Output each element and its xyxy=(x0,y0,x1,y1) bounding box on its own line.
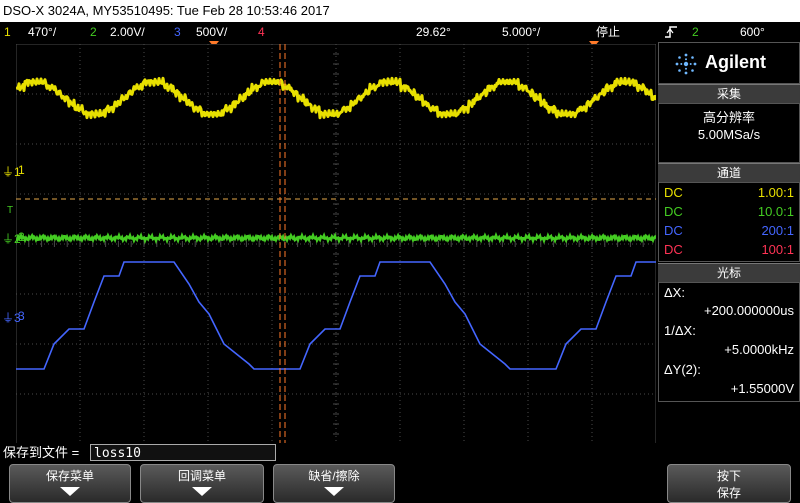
title-bar: DSO-X 3024A, MY53510495: Tue Feb 28 10:5… xyxy=(0,0,800,22)
inverse-delta-x-value: +5.0000kHz xyxy=(724,342,794,357)
waveform-svg[interactable] xyxy=(0,43,658,445)
delta-x-value: +200.000000us xyxy=(703,303,794,318)
cursors-header: 光标 xyxy=(658,263,800,282)
ch3-scale[interactable]: 500V/ xyxy=(196,22,227,42)
ch2-number[interactable]: 2 xyxy=(90,22,97,42)
status-bar: 1 470°/ 2 2.00V/ 3 500V/ 4 29.62° 5.000°… xyxy=(0,22,800,42)
filename-field[interactable]: loss10 xyxy=(90,444,276,461)
arrow-down-icon xyxy=(324,487,344,496)
save-menu-softkey[interactable]: 保存菜单 xyxy=(9,464,131,503)
acquire-header: 采集 xyxy=(658,84,800,103)
ch2-waveform xyxy=(15,231,658,245)
acquire-box: 高分辨率 5.00MSa/s xyxy=(658,103,800,163)
delta-y-value: +1.55000V xyxy=(730,381,794,396)
inverse-delta-x-label: 1/ΔX: xyxy=(664,323,696,338)
channels-header: 通道 xyxy=(658,163,800,182)
title-text: DSO-X 3024A, MY53510495: Tue Feb 28 10:5… xyxy=(3,3,330,18)
ch1-label: 1 xyxy=(18,163,25,177)
time-delay[interactable]: 29.62° xyxy=(416,22,451,42)
save-menu-label: 保存菜单 xyxy=(45,469,94,483)
trigger-source[interactable]: 2 xyxy=(692,22,699,42)
ch4-coupling: DC xyxy=(664,242,683,257)
agilent-spark-icon xyxy=(675,53,697,75)
arrow-down-icon xyxy=(60,487,80,496)
press-to-save-softkey[interactable]: 按下 保存 xyxy=(667,464,791,503)
acquire-rate: 5.00MSa/s xyxy=(697,127,761,142)
ch4-number[interactable]: 4 xyxy=(258,22,265,42)
channels-box: DC 1.00:1 DC 10.0:1 DC 200:1 DC 100:1 xyxy=(658,182,800,262)
recall-menu-label: 回调菜单 xyxy=(177,469,226,483)
ch3-probe: 200:1 xyxy=(761,223,794,238)
run-state: 停止 xyxy=(596,25,621,39)
ch1-probe: 1.00:1 xyxy=(757,185,794,200)
acquire-mode: 高分辨率 xyxy=(702,110,755,125)
ch4-probe: 100:1 xyxy=(761,242,794,257)
save-to-file-label: 保存到文件 = xyxy=(3,445,80,460)
ch2-probe: 10.0:1 xyxy=(757,204,794,219)
rising-edge-icon xyxy=(665,26,677,38)
delta-y-label: ΔY(2): xyxy=(664,362,701,377)
save-label: 保存 xyxy=(716,486,741,500)
ch2-coupling: DC xyxy=(664,204,683,219)
ch3-number[interactable]: 3 xyxy=(174,22,181,42)
default-erase-softkey[interactable]: 缺省/擦除 xyxy=(273,464,395,503)
cursors-box: ΔX: +200.000000us 1/ΔX: +5.0000kHz ΔY(2)… xyxy=(658,282,800,402)
save-bar: 保存到文件 = loss10 xyxy=(0,443,800,463)
ch3-coupling: DC xyxy=(664,223,683,238)
ch1-number[interactable]: 1 xyxy=(4,22,11,42)
delta-x-label: ΔX: xyxy=(664,285,685,300)
brand-name: Agilent xyxy=(705,52,766,72)
press-label: 按下 xyxy=(716,469,741,483)
ch2-scale[interactable]: 2.00V/ xyxy=(110,22,145,42)
default-erase-label: 缺省/擦除 xyxy=(308,469,360,483)
time-scale[interactable]: 5.000°/ xyxy=(502,22,540,42)
brand-box: Agilent xyxy=(658,42,800,84)
trigger-level[interactable]: 600° xyxy=(740,22,765,42)
side-panel: Agilent 采集 高分辨率 5.00MSa/s 通道 DC 1.00:1 D… xyxy=(658,42,800,442)
trigger-level-marker[interactable]: T xyxy=(7,205,13,216)
arrow-down-icon xyxy=(192,487,212,496)
waveform-display[interactable] xyxy=(0,43,658,445)
ch1-scale[interactable]: 470°/ xyxy=(28,22,56,42)
ch1-coupling: DC xyxy=(664,185,683,200)
ch3-label: 3 xyxy=(18,309,25,323)
recall-menu-softkey[interactable]: 回调菜单 xyxy=(140,464,264,503)
ch2-label: 2 xyxy=(18,230,25,244)
